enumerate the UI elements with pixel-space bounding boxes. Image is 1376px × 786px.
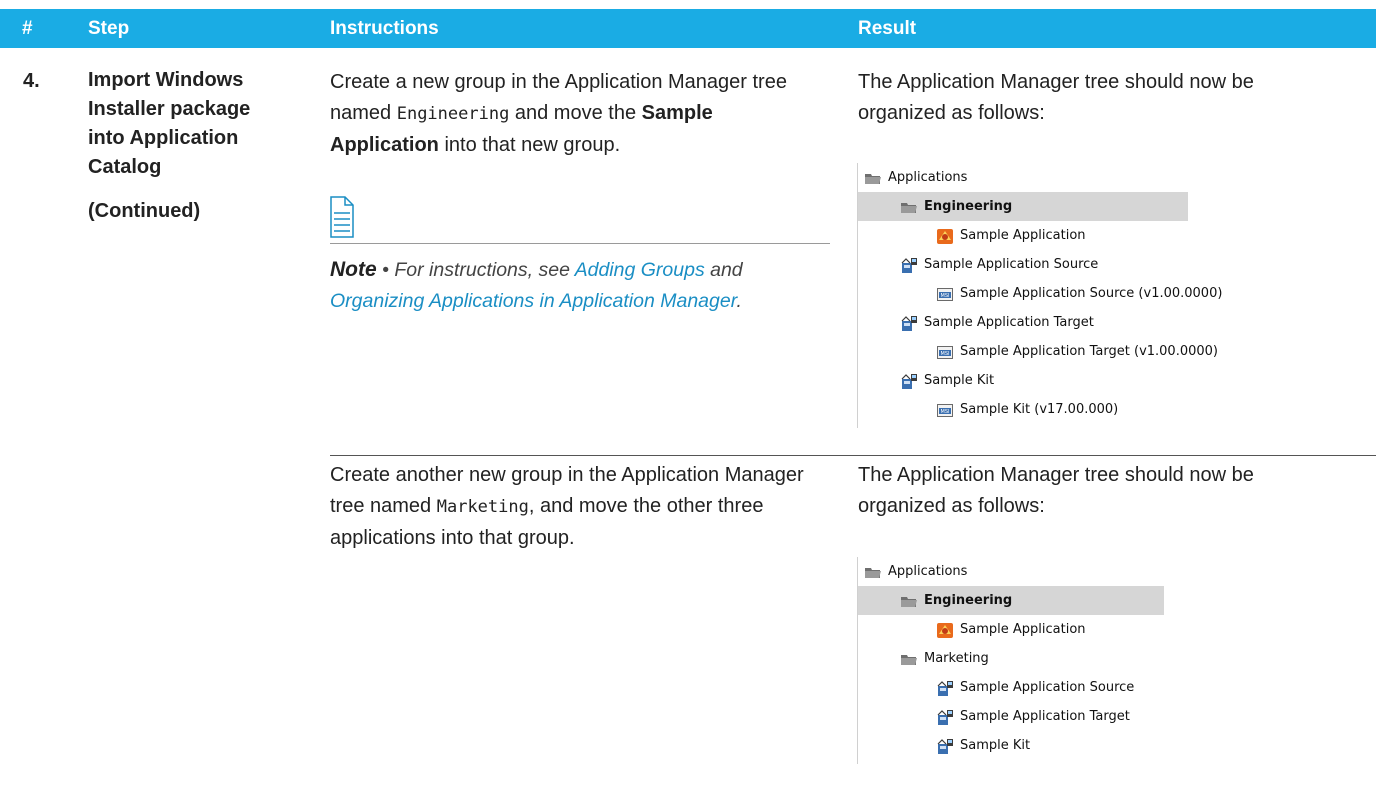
result-text-2: The Application Manager tree should now … [858, 464, 1254, 517]
header-instructions: Instructions [330, 18, 439, 39]
document-page: # Step Instructions Result 4. Import Win… [0, 0, 1376, 786]
link-adding-groups[interactable]: Adding Groups [575, 259, 705, 281]
folder-icon [900, 592, 918, 609]
row-divider [330, 455, 1376, 456]
package-icon [900, 314, 918, 331]
tree-node-label: Applications [888, 564, 968, 579]
tree-node[interactable]: Applications [858, 163, 1188, 192]
svg-text:MSI: MSI [941, 409, 950, 415]
tree-node-label: Sample Application [960, 622, 1086, 637]
package-icon [936, 737, 954, 754]
tree-node-label: Marketing [924, 651, 989, 666]
application-manager-tree-1: Applications Engineering Sample Applicatio… [857, 163, 1222, 428]
instructions-1-mid: and move the [509, 102, 642, 124]
instructions-text-2: Create another new group in the Applicat… [330, 460, 820, 554]
note-text-pre: For instructions, see [394, 259, 575, 281]
note-divider [330, 243, 830, 244]
tree-node[interactable]: Sample Application [858, 221, 1188, 250]
tree-node[interactable]: Sample Application Source [858, 250, 1188, 279]
folder-icon [900, 198, 918, 215]
tree-node[interactable]: Engineering [858, 192, 1188, 221]
group-name-marketing: Marketing [436, 497, 529, 517]
application-icon [936, 227, 954, 244]
step-continued: (Continued) [88, 200, 201, 222]
svg-text:MSI: MSI [941, 351, 950, 357]
tree-node-label: Sample Application Target [960, 709, 1130, 724]
instructions-text-1: Create a new group in the Application Ma… [330, 67, 820, 161]
tree-node-label: Engineering [924, 199, 1013, 214]
tree-node[interactable]: MSI Sample Application Target (v1.00.0000… [858, 337, 1218, 366]
tree-node[interactable]: Sample Application [858, 615, 1164, 644]
note-bullet: • [376, 259, 395, 281]
note-text: Note • For instructions, see Adding Grou… [330, 254, 830, 317]
tree-node[interactable]: Engineering [858, 586, 1164, 615]
instructions-1-post: into that new group. [438, 134, 621, 156]
note-text-mid: and [704, 259, 743, 281]
tree-node-label: Engineering [924, 593, 1013, 608]
tree-node-label: Sample Application Target (v1.00.0000) [960, 344, 1218, 359]
package-icon [900, 372, 918, 389]
tree-node-label: Sample Application [960, 228, 1086, 243]
msi-icon: MSI [936, 343, 954, 360]
header-number: # [22, 18, 33, 39]
tree-node-label: Sample Kit [960, 738, 1031, 753]
tree-node[interactable]: Applications [858, 557, 1164, 586]
tree-node[interactable]: Sample Application Target [858, 702, 1164, 731]
tree-node[interactable]: MSI Sample Kit (v17.00.000) [858, 395, 1188, 424]
step-number: 4. [23, 70, 40, 92]
result-text-1: The Application Manager tree should now … [858, 71, 1254, 124]
msi-icon: MSI [936, 285, 954, 302]
header-result: Result [858, 18, 917, 39]
tree-node[interactable]: MSI Sample Application Source (v1.00.0000… [858, 279, 1222, 308]
tree-node-label: Sample Application Source (v1.00.0000) [960, 286, 1223, 301]
tree-node-label: Sample Application Source [960, 680, 1135, 695]
note-icon [330, 196, 354, 238]
folder-icon [864, 169, 882, 186]
tree-node[interactable]: Sample Application Source [858, 673, 1164, 702]
application-icon [936, 621, 954, 638]
tree-node-label: Applications [888, 170, 968, 185]
application-manager-tree-2: Applications Engineering Sample Applicatio… [857, 557, 1164, 764]
tree-node-label: Sample Kit (v17.00.000) [960, 402, 1119, 417]
note-text-post: . [736, 290, 742, 312]
msi-icon: MSI [936, 401, 954, 418]
tree-node-label: Sample Kit [924, 373, 995, 388]
package-icon [936, 708, 954, 725]
package-icon [936, 679, 954, 696]
step-title: Import Windows Installer package into Ap… [88, 69, 251, 178]
header-step: Step [88, 18, 130, 39]
svg-text:MSI: MSI [941, 293, 950, 299]
tree-node-label: Sample Application Source [924, 257, 1099, 272]
folder-icon [900, 650, 918, 667]
folder-icon [864, 563, 882, 580]
tree-node[interactable]: Sample Kit [858, 366, 1188, 395]
tree-node[interactable]: Marketing [858, 644, 1164, 673]
note-label: Note [330, 258, 377, 281]
tree-node[interactable]: Sample Kit [858, 731, 1164, 760]
group-name-engineering: Engineering [396, 104, 510, 124]
link-organizing-applications[interactable]: Organizing Applications in Application M… [330, 290, 736, 312]
package-icon [900, 256, 918, 273]
tree-node[interactable]: Sample Application Target [858, 308, 1188, 337]
tree-node-label: Sample Application Target [924, 315, 1094, 330]
table-header: # Step Instructions Result [0, 9, 1376, 48]
